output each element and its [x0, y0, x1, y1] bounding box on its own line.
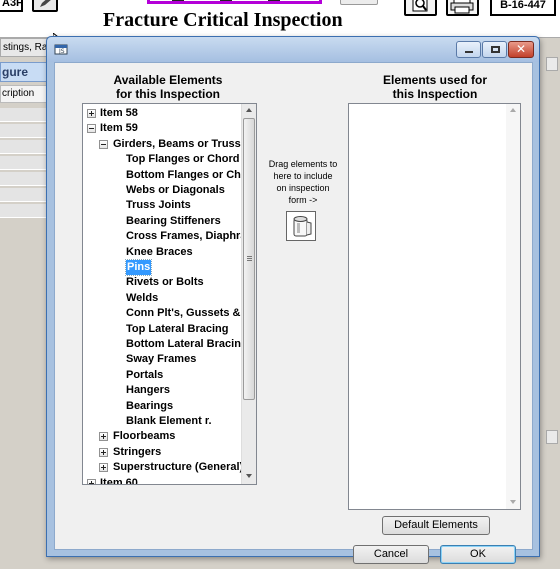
tree-item[interactable]: Sway Frames: [126, 352, 196, 367]
used-elements-list[interactable]: [348, 103, 521, 510]
tree-item[interactable]: Knee Braces: [126, 245, 193, 260]
maximize-icon: [491, 46, 500, 53]
tree-item[interactable]: Floorbeams: [113, 429, 175, 444]
app-icon: JS: [54, 44, 68, 55]
tree-item[interactable]: Cross Frames, Diaphragms: [126, 229, 241, 244]
background-scroll-up[interactable]: [546, 57, 558, 71]
drag-target-button[interactable]: [286, 211, 316, 241]
description-column-header: cription: [0, 85, 48, 103]
used-elements-heading: Elements used for this Inspection: [382, 73, 488, 101]
background-row: [0, 172, 46, 186]
tree-item[interactable]: Item 59: [100, 121, 138, 136]
background-row: [0, 108, 46, 122]
minimize-button[interactable]: [456, 41, 481, 58]
tree-content: Item 58 Item 59 Girders, Beams or Trusses T…: [83, 104, 241, 484]
edit-button[interactable]: [32, 0, 58, 12]
background-scrollbar: [540, 38, 560, 569]
tree-item[interactable]: Item 58: [100, 106, 138, 121]
expand-icon[interactable]: [99, 447, 108, 457]
dialog-title-bar[interactable]: JS ✕: [47, 37, 539, 62]
tree-item[interactable]: Girders, Beams or Trusses: [113, 137, 241, 152]
available-elements-tree[interactable]: Item 58 Item 59 Girders, Beams or Trusses T…: [82, 103, 257, 485]
tree-item[interactable]: Hangers: [126, 383, 170, 398]
tree-item[interactable]: Rivets or Bolts: [126, 275, 204, 290]
tree-item[interactable]: Top Flanges or Chord: [126, 152, 239, 167]
background-row: [0, 204, 46, 218]
toolbar-icon: [268, 0, 280, 1]
print-button[interactable]: [446, 0, 479, 16]
close-button[interactable]: ✕: [508, 41, 534, 58]
drag-hint-text: Drag elements to here to include on insp…: [268, 159, 338, 205]
svg-text:JS: JS: [58, 48, 65, 55]
available-elements-heading: Available Elements for this Inspection: [113, 73, 223, 101]
expand-icon[interactable]: [99, 463, 108, 473]
ok-button[interactable]: OK: [440, 545, 516, 564]
background-row: [0, 140, 46, 154]
tree-item[interactable]: Top Lateral Bracing: [126, 322, 228, 337]
tree-scrollbar[interactable]: [241, 104, 256, 484]
tree-scroll-thumb[interactable]: [243, 118, 255, 400]
tree-item[interactable]: Bearings: [126, 399, 173, 414]
background-toolbar: A3P Fracture Critical Inspection B-16-44…: [0, 0, 560, 38]
figure-header: gure: [0, 62, 48, 82]
structure-code-box: A3P: [0, 0, 23, 12]
background-row: [0, 124, 46, 138]
scroll-up-arrow-icon[interactable]: [246, 108, 252, 112]
scroll-down-arrow-icon[interactable]: [510, 500, 516, 504]
expand-icon[interactable]: [99, 432, 108, 442]
tree-item[interactable]: Conn Plt's, Gussets & A: [126, 306, 241, 321]
maximize-button[interactable]: [482, 41, 507, 58]
tree-item[interactable]: Bottom Flanges or Chord: [126, 168, 241, 183]
toolbar-icon: [172, 0, 184, 1]
tree-item[interactable]: Stringers: [113, 445, 161, 460]
paper-roll-icon: [293, 216, 312, 237]
background-row: [0, 188, 46, 202]
close-icon: ✕: [515, 42, 527, 56]
dialog-client-area: Available Elements for this Inspection E…: [54, 62, 533, 564]
collapse-icon[interactable]: [87, 124, 96, 134]
magnifier-icon: [412, 0, 428, 12]
tree-item[interactable]: Item 60: [100, 476, 138, 484]
used-list-scrollbar[interactable]: [506, 104, 520, 509]
scroll-up-arrow-icon[interactable]: [510, 108, 516, 112]
scroll-down-arrow-icon[interactable]: [246, 474, 252, 478]
tree-item[interactable]: Webs or Diagonals: [126, 183, 225, 198]
toolbar-button[interactable]: [340, 0, 378, 5]
tree-item[interactable]: Welds: [126, 291, 158, 306]
tree-item[interactable]: Bottom Lateral Bracing: [126, 337, 241, 352]
pencil-icon: [40, 0, 51, 7]
tree-item[interactable]: Truss Joints: [126, 198, 191, 213]
toolbar-icon: [220, 0, 232, 1]
background-tab[interactable]: stings, Ra: [0, 38, 50, 57]
minimize-icon: [465, 51, 473, 53]
collapse-icon[interactable]: [99, 139, 108, 149]
printer-icon: [450, 0, 474, 14]
highlighted-toolbar-group: [147, 0, 322, 4]
cancel-button[interactable]: Cancel: [353, 545, 429, 564]
tree-item[interactable]: Bearing Stiffeners: [126, 214, 221, 229]
background-row: [0, 156, 46, 170]
default-elements-button[interactable]: Default Elements: [382, 516, 490, 535]
tree-item[interactable]: Blank Element r.: [126, 414, 212, 429]
expand-icon[interactable]: [87, 109, 96, 118]
tree-item[interactable]: Pins: [124, 259, 153, 276]
background-scroll-down[interactable]: [546, 430, 558, 444]
page-title: Fracture Critical Inspection: [103, 9, 343, 31]
tree-item[interactable]: Portals: [126, 368, 163, 383]
tree-item[interactable]: Superstructure (General): [113, 460, 241, 475]
select-elements-dialog: JS ✕ Available Elements for this Inspect…: [46, 36, 540, 564]
expand-icon[interactable]: [87, 478, 96, 484]
bridge-id-box: B-16-447: [490, 0, 556, 16]
zoom-button[interactable]: [404, 0, 437, 16]
